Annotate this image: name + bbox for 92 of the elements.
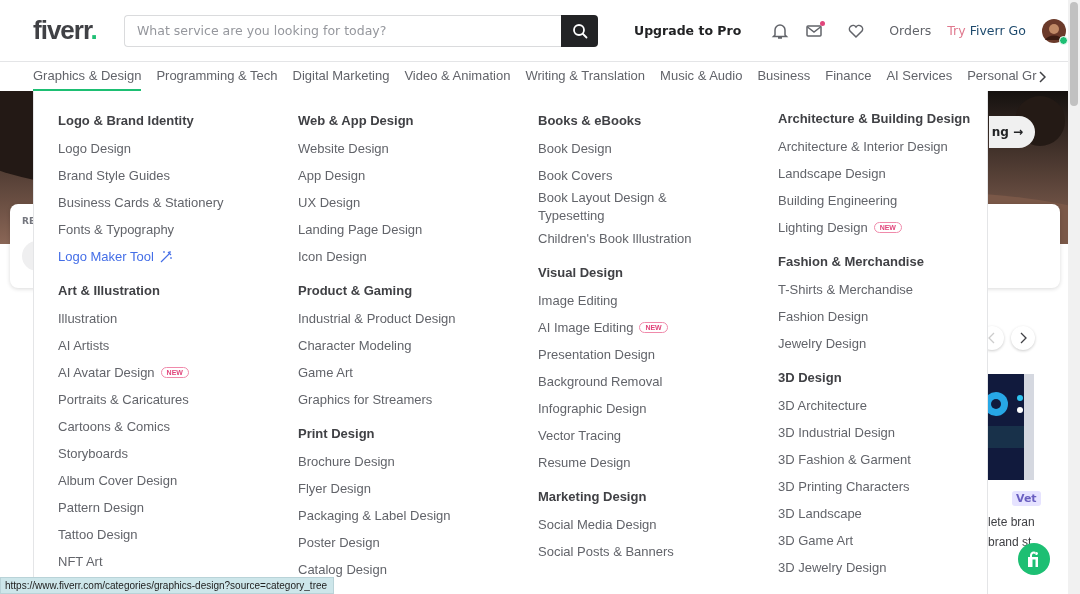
menu-link[interactable]: Logo Maker Tool [58,247,154,266]
group-heading: Visual Design [538,264,624,282]
orders-link[interactable]: Orders [889,23,932,38]
menu-link[interactable]: Catalog Design [298,560,387,579]
menu-link[interactable]: Business Cards & Stationery [58,193,224,212]
group-heading: Product & Gaming [298,282,414,300]
menu-link[interactable]: Social Posts & Banners [538,542,674,561]
menu-link[interactable]: AI Image Editing [538,318,634,337]
group-heading: Logo & Brand Identity [58,112,195,130]
group-heading: 3D Design [778,369,843,387]
category-tab[interactable]: Writing & Translation [525,62,646,91]
category-tab[interactable]: Music & Audio [660,62,743,91]
menu-link[interactable]: App Design [298,166,366,185]
fiverr-go-link[interactable]: Try Fiverr Go [947,23,1026,38]
menu-link[interactable]: 3D Architecture [778,396,867,415]
menu-link[interactable]: Resume Design [538,453,631,472]
menu-link[interactable]: Illustration [58,309,118,328]
menu-link[interactable]: AI Avatar Design [58,363,155,382]
group-heading: Web & App Design [298,112,415,130]
menu-link[interactable]: Book Design [538,139,612,158]
category-tab[interactable]: Personal Gr [967,62,1037,91]
bell-icon[interactable] [771,21,790,40]
menu-link[interactable]: Building Engineering [778,191,898,210]
menu-link[interactable]: Architecture & Interior Design [778,137,948,156]
menu-link[interactable]: Brand Style Guides [58,166,170,185]
menu-link[interactable]: Website Design [298,139,389,158]
menu-link[interactable]: Landing Page Design [298,220,423,239]
menu-link[interactable]: Book Layout Design & Typesetting [538,189,708,225]
menu-link[interactable]: Logo Design [58,139,131,158]
menu-link[interactable]: UX Design [298,193,361,212]
category-tab[interactable]: Programming & Tech [156,62,278,91]
search-button[interactable] [561,14,598,47]
menu-link[interactable]: 3D Game Art [778,531,854,550]
upgrade-link[interactable]: Upgrade to Pro [634,23,742,38]
menu-link[interactable]: AI Artists [58,336,110,355]
menu-link[interactable]: Infographic Design [538,399,647,418]
menu-link[interactable]: Children's Book Illustration [538,229,692,248]
fiverr-logo[interactable]: fiverr. [33,15,124,46]
hero-button[interactable]: ng → [989,116,1035,148]
menu-link[interactable]: 3D Printing Characters [778,477,910,496]
menu-link[interactable]: Fonts & Typography [58,220,175,239]
menu-link[interactable]: Book Covers [538,166,613,185]
menu-link[interactable]: Character Modeling [298,336,412,355]
category-tab[interactable]: Finance [825,62,872,91]
menu-link[interactable]: Icon Design [298,247,367,266]
magic-wand-icon [159,250,173,263]
menu-link[interactable]: NFT Art [58,552,103,571]
url-tooltip: https://www.fiverr.com/categories/graphics-design?source=category_tree [0,577,335,594]
category-tab[interactable]: Video & Animation [404,62,511,91]
menu-link[interactable]: T-Shirts & Merchandise [778,280,914,299]
menu-link[interactable]: Lighting Design [778,218,868,237]
scrollbar-thumb[interactable] [1070,2,1078,106]
gig-tag: Vet [1012,491,1041,506]
menu-link[interactable]: 3D Industrial Design [778,423,896,442]
menu-link[interactable]: Pattern Design [58,498,144,517]
menu-link[interactable]: Portraits & Caricatures [58,390,189,409]
chevron-right-icon [1019,332,1027,344]
category-tab[interactable]: Digital Marketing [292,62,390,91]
menu-link[interactable]: Background Removal [538,372,663,391]
menu-link[interactable]: 3D Fashion & Garment [778,450,911,469]
menu-link[interactable]: Jewelry Design [778,334,867,353]
menu-link[interactable]: Industrial & Product Design [298,309,456,328]
menu-link[interactable]: Album Cover Design [58,471,178,490]
menu-link[interactable]: Tattoo Design [58,525,138,544]
gig-title: lete bran [988,515,1035,529]
group-heading: Print Design [298,425,376,443]
menu-link[interactable]: Cartoons & Comics [58,417,170,436]
menu-link[interactable]: Image Editing [538,291,618,310]
menu-link[interactable]: Storyboards [58,444,129,463]
menu-link[interactable]: Flyer Design [298,479,371,498]
menu-link[interactable]: Poster Design [298,533,380,552]
search-field[interactable]: What service are you looking for today? [124,14,561,47]
menu-link[interactable]: 3D Jewelry Design [778,558,887,577]
menu-link[interactable]: Graphics for Streamers [298,390,433,409]
menu-link[interactable]: Social Media Design [538,515,657,534]
group-heading: Books & eBooks [538,112,643,130]
menu-link[interactable]: Vector Tracing [538,426,622,445]
menu-link[interactable]: 3D Landscape [778,504,862,523]
menu-link[interactable]: Fashion Design [778,307,869,326]
menu-link[interactable]: Packaging & Label Design [298,506,451,525]
category-tab[interactable]: AI Services [886,62,953,91]
group-heading: Art & Illustration [58,282,161,300]
category-tab[interactable]: Business [757,62,811,91]
menu-link[interactable]: Landscape Design [778,164,886,183]
search-icon [571,22,588,39]
menu-link[interactable]: Brochure Design [298,452,395,471]
avatar[interactable] [1041,18,1066,43]
group-heading: Fashion & Merchandise [778,253,925,271]
group-heading: Architecture & Building Design [778,110,972,128]
menu-link[interactable]: Game Art [298,363,353,382]
menu-link[interactable]: Presentation Design [538,345,656,364]
group-heading: Marketing Design [538,488,648,506]
